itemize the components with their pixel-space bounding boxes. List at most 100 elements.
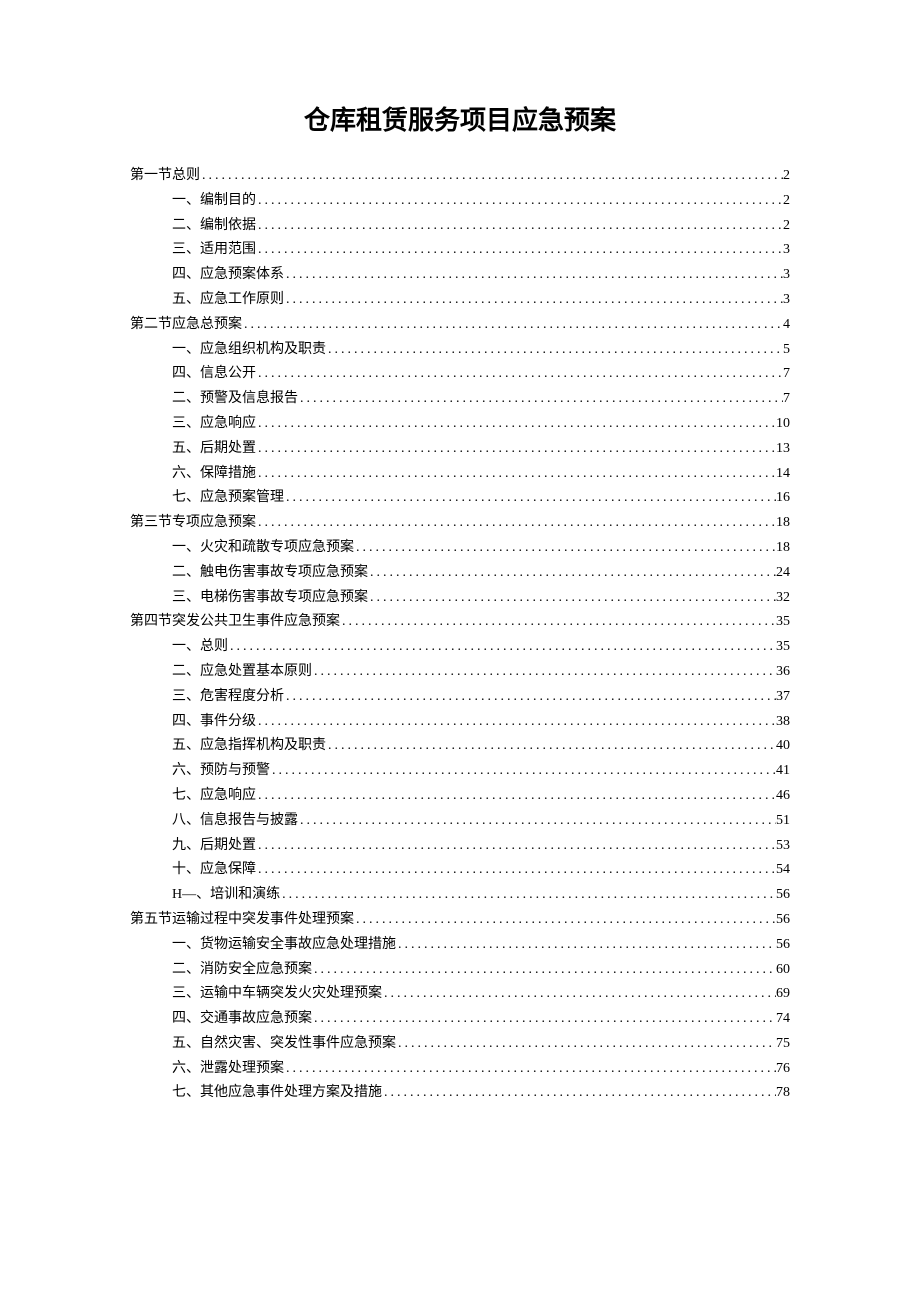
toc-entry-label: 二、触电伤害事故专项应急预案 [172,566,368,580]
toc-entry-label: 二、预警及信息报告 [172,392,298,406]
toc-entry-page: 32 [776,591,790,605]
toc-entry-label: 三、应急响应 [172,417,256,431]
toc-entry-page: 46 [776,789,790,803]
toc-leader-dots [256,243,783,257]
toc-entry: 三、运输中车辆突发火灾处理预案69 [130,987,790,1001]
toc-entry: 一、应急组织机构及职责 5 [130,343,790,357]
toc-leader-dots [228,640,776,654]
toc-entry-page: 76 [776,1062,790,1076]
toc-leader-dots [326,343,783,357]
toc-entry: 二、消防安全应急预案60 [130,963,790,977]
toc-entry-page: 18 [776,516,790,530]
toc-entry: 一、总则35 [130,640,790,654]
toc-entry-label: 七、应急预案管理 [172,491,284,505]
toc-leader-dots [312,963,776,977]
toc-entry-label: 一、货物运输安全事故应急处理措施 [172,938,396,952]
toc-entry: 二、编制依据 2 [130,219,790,233]
toc-entry-page: 35 [776,615,790,629]
toc-leader-dots [256,442,776,456]
toc-entry-label: 第一节总则 [130,169,200,183]
toc-leader-dots [256,219,783,233]
toc-entry-label: 四、应急预案体系 [172,268,284,282]
toc-entry-label: 八、信息报告与披露 [172,814,298,828]
toc-leader-dots [284,1062,776,1076]
toc-leader-dots [284,268,783,282]
toc-entry-page: 53 [776,839,790,853]
toc-entry-label: 二、应急处置基本原则 [172,665,312,679]
toc-entry-label: 九、后期处置 [172,839,256,853]
toc-entry-page: 54 [776,863,790,877]
toc-entry: 五、后期处置13 [130,442,790,456]
toc-leader-dots [242,318,783,332]
toc-entry-label: 六、泄露处理预案 [172,1062,284,1076]
toc-entry: 三、电梯伤害事故专项应急预案 32 [130,591,790,605]
toc-entry: 三、适用范围3 [130,243,790,257]
toc-entry-page: 51 [776,814,790,828]
toc-entry-page: 69 [776,987,790,1001]
toc-entry-page: 2 [783,194,790,208]
toc-entry: 三、应急响应10 [130,417,790,431]
toc-entry-page: 56 [776,913,790,927]
toc-entry-page: 18 [776,541,790,555]
toc-entry: 四、信息公开7 [130,367,790,381]
toc-leader-dots [284,690,776,704]
toc-entry-page: 3 [783,293,790,307]
toc-entry-page: 4 [783,318,790,332]
toc-entry-page: 7 [783,392,790,406]
toc-leader-dots [256,467,776,481]
toc-entry-page: 14 [776,467,790,481]
toc-entry: 四、事件分级 38 [130,715,790,729]
toc-entry: 第四节突发公共卫生事件应急预案35 [130,615,790,629]
toc-entry-page: 37 [776,690,790,704]
toc-entry: 十、应急保障 54 [130,863,790,877]
toc-leader-dots [256,194,783,208]
toc-entry: 六、泄露处理预案 76 [130,1062,790,1076]
toc-leader-dots [200,169,783,183]
toc-entry-page: 40 [776,739,790,753]
toc-leader-dots [256,516,776,530]
toc-entry: 第二节应急总预案4 [130,318,790,332]
toc-leader-dots [368,566,776,580]
toc-entry: 六、保障措施 14 [130,467,790,481]
toc-entry-label: 四、事件分级 [172,715,256,729]
toc-entry: 八、信息报告与披露 51 [130,814,790,828]
toc-leader-dots [284,293,783,307]
toc-entry-label: 一、应急组织机构及职责 [172,343,326,357]
toc-leader-dots [396,938,776,952]
toc-entry: 一、编制目的2 [130,194,790,208]
toc-leader-dots [298,392,783,406]
toc-entry-page: 38 [776,715,790,729]
toc-leader-dots [284,491,776,505]
toc-entry-label: 十、应急保障 [172,863,256,877]
toc-leader-dots [382,1086,776,1100]
toc-entry-page: 60 [776,963,790,977]
toc-entry-page: 2 [783,219,790,233]
toc-entry: 一、火灾和疏散专项应急预案18 [130,541,790,555]
toc-leader-dots [256,863,776,877]
toc-entry-page: 24 [776,566,790,580]
toc-entry-label: 四、交通事故应急预案 [172,1012,312,1026]
toc-entry-label: 七、其他应急事件处理方案及措施 [172,1086,382,1100]
toc-entry-page: 74 [776,1012,790,1026]
toc-entry-label: 三、电梯伤害事故专项应急预案 [172,591,368,605]
toc-entry-label: 七、应急响应 [172,789,256,803]
toc-entry-label: 六、预防与预警 [172,764,270,778]
toc-entry-label: 二、编制依据 [172,219,256,233]
toc-entry-page: 7 [783,367,790,381]
toc-entry: 第一节总则2 [130,169,790,183]
toc-leader-dots [382,987,776,1001]
toc-entry: 七、应急预案管理16 [130,491,790,505]
toc-entry-page: 13 [776,442,790,456]
toc-entry: 五、应急工作原则 3 [130,293,790,307]
toc-entry-page: 3 [783,243,790,257]
toc-entry: 九、后期处置 53 [130,839,790,853]
toc-entry-page: 35 [776,640,790,654]
toc-entry-label: 六、保障措施 [172,467,256,481]
toc-leader-dots [280,888,776,902]
toc-entry: 五、自然灾害、突发性事件应急预案75 [130,1037,790,1051]
toc-leader-dots [354,541,776,555]
toc-entry-page: 5 [783,343,790,357]
toc-entry-label: 五、应急工作原则 [172,293,284,307]
toc-entry: 二、预警及信息报告 7 [130,392,790,406]
toc-entry: 四、应急预案体系3 [130,268,790,282]
